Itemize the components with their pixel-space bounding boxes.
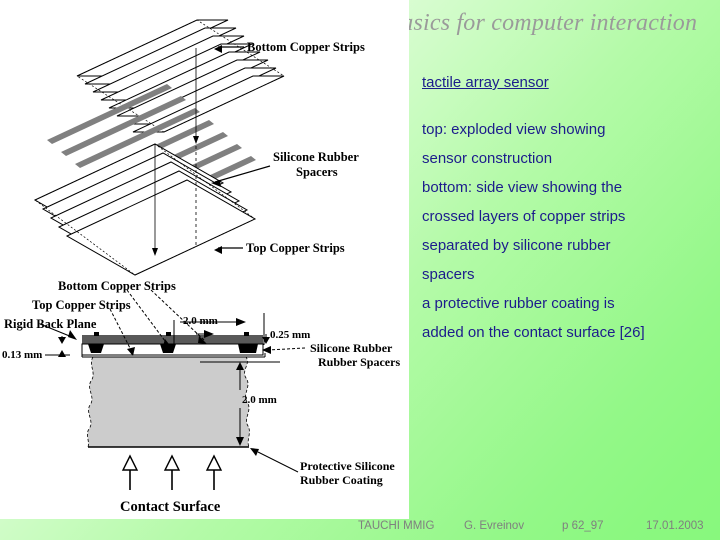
- description-heading: tactile array sensor: [422, 74, 549, 91]
- protective-coating-block: [87, 356, 250, 448]
- label-silicone-rubber-spacers-2: Silicone Rubber: [310, 341, 393, 355]
- dim-label-025mm: 0.25 mm: [270, 329, 310, 341]
- label-bottom-copper-strips: Bottom Copper Strips: [247, 40, 365, 54]
- description-line-7: a protective rubber coating is: [422, 295, 615, 312]
- description-line-4: crossed layers of copper strips: [422, 208, 626, 225]
- label-silicone-rubber-spacers-line2: Spacers: [296, 165, 338, 179]
- slide-canvas: Engineering basics for computer interact…: [0, 0, 720, 540]
- label-top-copper-strips: Top Copper Strips: [246, 241, 345, 255]
- label-rigid-back-plane: Rigid Back Plane: [4, 317, 97, 331]
- footer-author: G. Evreinov: [464, 520, 525, 532]
- description-line-5: separated by silicone rubber: [422, 237, 611, 254]
- description-line-2: sensor construction: [422, 150, 553, 167]
- dim-label-2mm-bottom: 2.0 mm: [242, 394, 277, 406]
- slide-footer: TAUCHI MMIG G. Evreinov p 62_97 17.01.20…: [0, 516, 720, 540]
- description-line-6: spacers: [422, 266, 475, 283]
- label-protective-coating-line2: Rubber Coating: [300, 473, 383, 487]
- description-line-1: top: exploded view showing: [422, 121, 606, 138]
- label-silicone-rubber-spacers: Silicone Rubber: [273, 150, 359, 164]
- footer-date: 17.01.2003: [646, 520, 704, 532]
- figure-svg: Bottom Copper Strips Silicone Rubber Spa…: [0, 0, 409, 519]
- label-protective-coating: Protective Silicone: [300, 459, 395, 473]
- rigid-back-plane-bar: [82, 335, 263, 344]
- description-text-block: tactile array sensor top: exploded view …: [422, 68, 696, 347]
- label-bottom-copper-strips-2: Bottom Copper Strips: [58, 279, 176, 293]
- tactile-array-sensor-figure: Bottom Copper Strips Silicone Rubber Spa…: [0, 0, 409, 519]
- label-top-copper-strips-2: Top Copper Strips: [32, 298, 131, 312]
- description-line-8: added on the contact surface [26]: [422, 324, 645, 341]
- description-line-3: bottom: side view showing the: [422, 179, 623, 196]
- label-contact-surface: Contact Surface: [120, 499, 221, 515]
- dim-label-013mm: 0.13 mm: [2, 349, 42, 361]
- label-silicone-rubber-spacers-2-line2: Rubber Spacers: [318, 355, 400, 369]
- footer-org: TAUCHI MMIG: [358, 520, 435, 532]
- footer-page: p 62_97: [562, 520, 604, 532]
